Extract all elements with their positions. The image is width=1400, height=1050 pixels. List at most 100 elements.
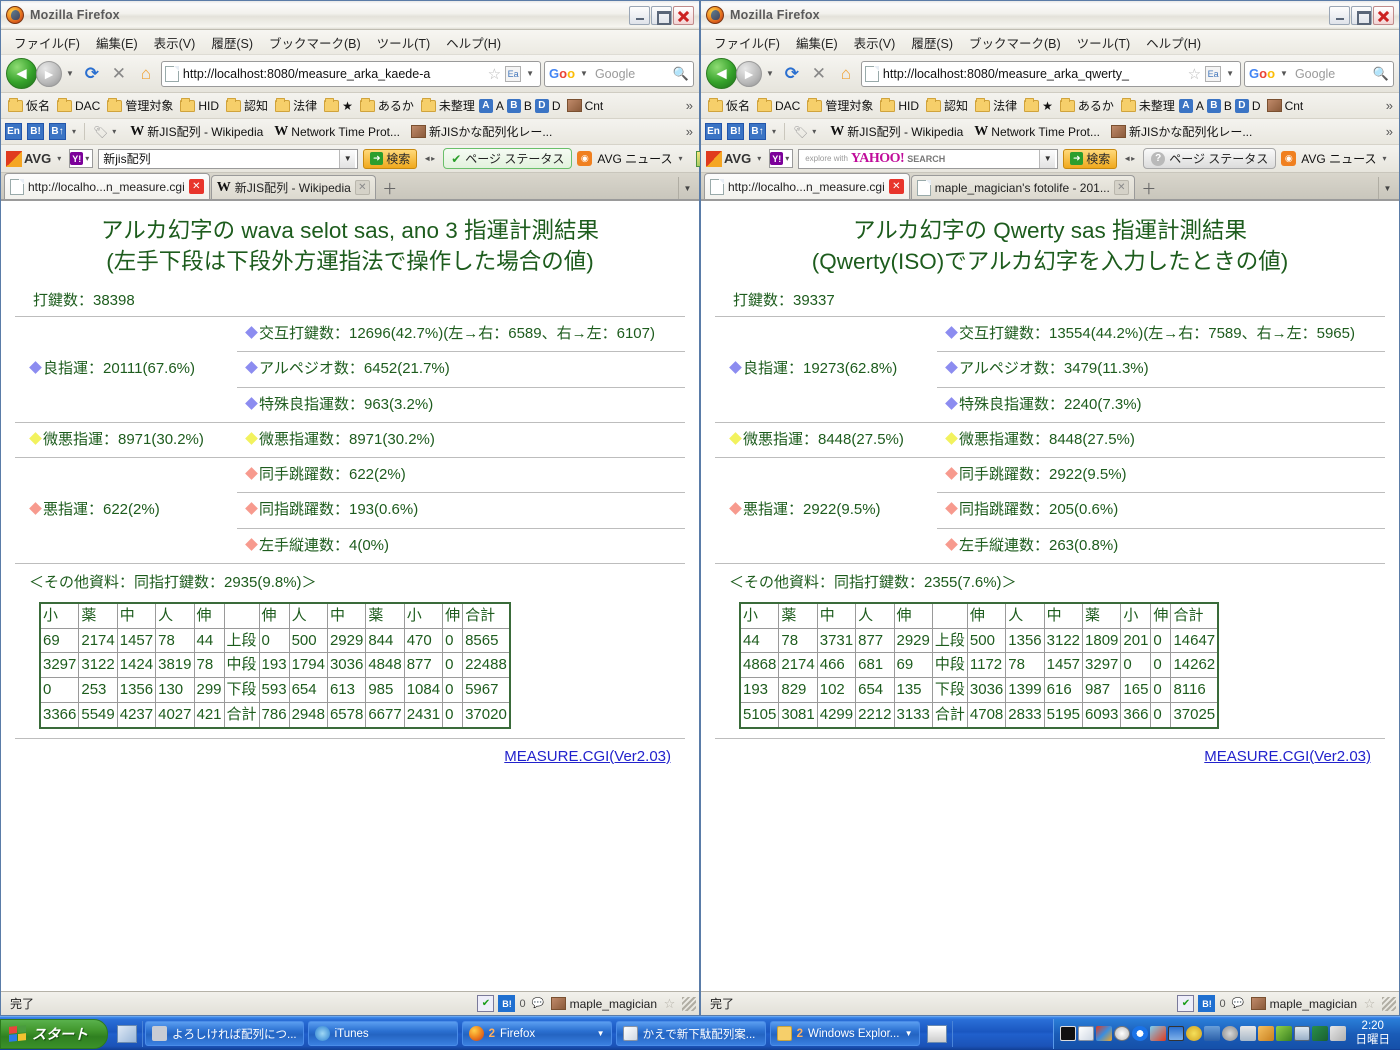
tab-close-icon[interactable]: ✕ [1113, 180, 1129, 195]
tray-icon-hands[interactable] [1257, 1026, 1274, 1041]
menu-edit[interactable]: 編集(E) [789, 31, 845, 54]
new-tab-button[interactable]: ＋ [1136, 177, 1162, 199]
readitlater-icon[interactable]: Ea [505, 65, 522, 82]
avg-dropdown-icon[interactable]: ▾ [57, 154, 61, 163]
bookmark-cnt[interactable]: Cnt [564, 98, 607, 114]
avg-logo[interactable]: AVG [706, 150, 751, 167]
search-placeholder[interactable]: Google [1295, 67, 1369, 81]
tray-icon-notepad[interactable] [1077, 1026, 1094, 1041]
avg-collapse-icon[interactable]: ◄▸ [423, 154, 435, 163]
status-username[interactable]: maple_magician [1270, 997, 1357, 1011]
menu-history[interactable]: 履歴(S) [204, 31, 260, 54]
yahoo-engine-selector[interactable]: Y! ▾ [69, 149, 94, 168]
stop-icon[interactable]: ✕ [107, 62, 131, 86]
taskbar-button-explorer[interactable]: 2 Windows Explor... ▼ [769, 1021, 920, 1046]
tray-icon-volume[interactable] [1221, 1026, 1238, 1041]
status-star-icon[interactable]: ☆ [1361, 995, 1378, 1012]
home-icon[interactable]: ⌂ [834, 62, 858, 86]
hatena-bookmark-icon[interactable]: B! [27, 123, 44, 140]
menu-file[interactable]: ファイル(F) [7, 31, 87, 54]
bookmark-letter-d[interactable]: D [550, 99, 563, 113]
comment-icon[interactable]: 💬 [530, 995, 547, 1012]
avg-search-button[interactable]: ➜ 検索 [363, 148, 418, 169]
close-button[interactable] [1373, 5, 1394, 25]
bookmark-shinjis-kana[interactable]: 新JISかな配列化レー... [1108, 122, 1255, 141]
bookmark-shinjis-kana[interactable]: 新JISかな配列化レー... [408, 122, 555, 141]
bookmark-folder-hid[interactable]: HID [877, 97, 922, 114]
menu-history[interactable]: 履歴(S) [904, 31, 960, 54]
avg-dropdown-icon[interactable]: ▾ [757, 154, 761, 163]
readitlater-icon[interactable]: Ea [1205, 65, 1222, 82]
bookmark-wikipedia-shinjis[interactable]: W 新JIS配列 - Wikipedia [827, 122, 966, 141]
bookmark-folder-houritsu[interactable]: 法律 [972, 96, 1020, 115]
bookmark-cnt[interactable]: Cnt [1264, 98, 1307, 114]
extensions-overflow-icon[interactable]: » [1386, 124, 1395, 139]
tray-icon-excel[interactable] [1311, 1026, 1328, 1041]
menu-edit[interactable]: 編集(E) [89, 31, 145, 54]
forward-button-icon[interactable]: ► [736, 60, 762, 87]
avg-search-value[interactable]: 新jis配列 [101, 150, 339, 167]
url-text[interactable]: http://localhost:8080/measure_arka_qwert… [883, 67, 1184, 81]
page-status-button-left[interactable]: ✔ ページ ステータス [443, 148, 573, 169]
menu-bookmarks[interactable]: ブックマーク(B) [962, 31, 1068, 54]
back-button-icon[interactable]: ◄ [6, 58, 37, 89]
tray-icon-network-error[interactable] [1203, 1026, 1220, 1041]
taskbar-button-editor[interactable]: よろしければ配列につ... [145, 1021, 304, 1046]
bookmark-folder-kana[interactable]: 仮名 [705, 96, 753, 115]
bookmark-star-icon[interactable]: ☆ [488, 65, 501, 83]
tab-close-icon[interactable]: ✕ [354, 180, 370, 195]
yahoo-engine-selector[interactable]: Y! ▾ [769, 149, 794, 168]
avg-search-dropdown-icon[interactable]: ▼ [339, 149, 356, 168]
hatena-upload-icon[interactable]: B↑ [49, 123, 66, 140]
menu-bookmarks[interactable]: ブックマーク(B) [262, 31, 368, 54]
bookmark-folder-ninchi[interactable]: 認知 [923, 96, 971, 115]
tray-icon-chrome[interactable] [1131, 1026, 1148, 1041]
bookmark-chip-d[interactable]: D [534, 98, 549, 113]
bookmark-folder-kanri[interactable]: 管理対象 [104, 96, 176, 115]
menu-file[interactable]: ファイル(F) [707, 31, 787, 54]
tray-icon-monitor[interactable] [1167, 1026, 1184, 1041]
minimize-button[interactable] [629, 5, 650, 25]
ime-icon[interactable] [926, 1024, 947, 1043]
stop-icon[interactable]: ✕ [807, 62, 831, 86]
menu-view[interactable]: 表示(V) [847, 31, 903, 54]
bookmark-letter-a[interactable]: A [494, 99, 506, 113]
bookmark-folder-hid[interactable]: HID [177, 97, 222, 114]
tab-close-icon[interactable]: ✕ [888, 179, 904, 194]
bookmark-letter-a[interactable]: A [1194, 99, 1206, 113]
bookmark-folder-houritsu[interactable]: 法律 [272, 96, 320, 115]
tab-wikipedia[interactable]: W 新JIS配列 - Wikipedia ✕ [210, 175, 376, 199]
bookmark-letter-d[interactable]: D [1250, 99, 1263, 113]
taskbar-button-kaede[interactable]: かえで新下駄配列案... [615, 1021, 766, 1046]
menu-tools[interactable]: ツール(T) [1070, 31, 1137, 54]
hatena-status-icon[interactable]: B! [498, 995, 516, 1012]
home-icon[interactable]: ⌂ [134, 62, 158, 86]
tag-icon-item[interactable]: 🏷 ▾ [790, 124, 822, 140]
status-username[interactable]: maple_magician [570, 997, 657, 1011]
page-status-button-right[interactable]: ? ページ ステータス [1143, 148, 1277, 169]
tab-list-icon[interactable]: ▼ [1378, 177, 1396, 199]
avg-logo[interactable]: AVG [6, 150, 51, 167]
bookmark-letter-b[interactable]: B [522, 99, 534, 113]
bookmark-folder-miseiri[interactable]: 未整理 [1118, 96, 1178, 115]
tray-icon-terminal[interactable] [1059, 1026, 1076, 1041]
tab-fotolife[interactable]: maple_magician's fotolife - 201... ✕ [910, 175, 1135, 199]
bookmark-chip-a[interactable]: A [1178, 98, 1193, 113]
bookmark-folder-kana[interactable]: 仮名 [5, 96, 53, 115]
extensions-dropdown-icon[interactable]: ▾ [72, 127, 76, 136]
bookmark-wikipedia-ntp[interactable]: W Network Time Prot... [971, 123, 1103, 141]
evernote-icon[interactable]: En [5, 123, 22, 140]
window-resizer[interactable] [1382, 996, 1396, 1011]
bookmark-folder-aruka[interactable]: あるか [357, 96, 417, 115]
url-dropdown-icon[interactable]: ▼ [526, 69, 534, 78]
url-text[interactable]: http://localhost:8080/measure_arka_kaede… [183, 67, 484, 81]
bookmark-folder-star[interactable]: ★ [1021, 97, 1056, 114]
avg-news-label[interactable]: AVG ニュース [1301, 150, 1376, 167]
search-engine-dropdown-icon[interactable]: ▼ [580, 69, 588, 78]
extensions-dropdown-icon[interactable]: ▾ [772, 127, 776, 136]
menu-help[interactable]: ヘルプ(H) [1139, 31, 1208, 54]
search-engine-dropdown-icon[interactable]: ▼ [1280, 69, 1288, 78]
evernote-icon[interactable]: En [705, 123, 722, 140]
tag-dropdown-icon[interactable]: ▾ [112, 127, 116, 136]
menu-view[interactable]: 表示(V) [147, 31, 203, 54]
